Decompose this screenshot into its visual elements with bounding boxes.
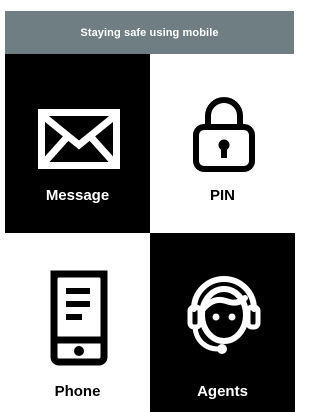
envelope-icon [38,109,120,169]
mobile-safety-card: Staying safe using mobile Message PIN Ph… [5,11,295,412]
tile-pin[interactable]: PIN [150,54,295,233]
tile-label-message: Message [45,187,110,204]
tile-message[interactable]: Message [5,54,150,233]
tile-label-phone: Phone [54,383,101,400]
tile-label-pin: PIN [209,187,235,204]
tile-label-agents: Agents [197,383,248,400]
header-bar: Staying safe using mobile [5,11,294,54]
padlock-icon [193,97,255,172]
mobile-phone-icon [50,270,108,366]
support-agent-headset-icon [187,276,261,354]
page-title: Staying safe using mobile [80,26,219,39]
tile-agents[interactable]: Agents [150,233,295,412]
tile-phone[interactable]: Phone [5,233,150,412]
